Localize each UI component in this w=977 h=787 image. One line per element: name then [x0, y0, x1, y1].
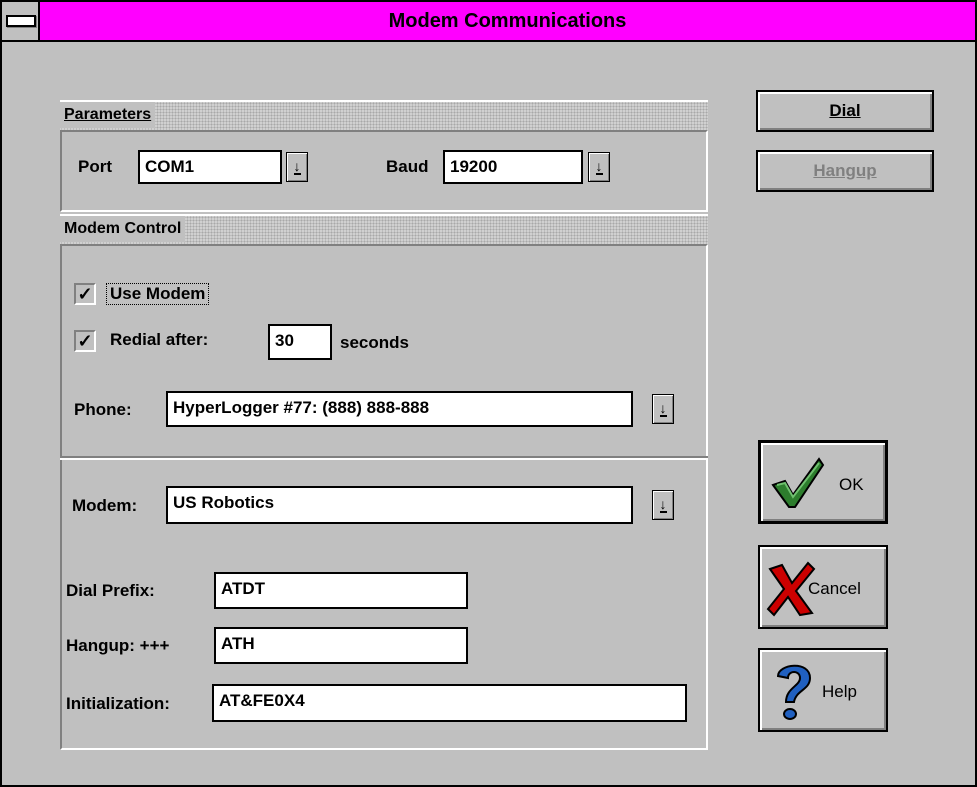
baud-label: Baud	[386, 157, 429, 176]
cancel-button[interactable]: Cancel	[758, 545, 888, 629]
cancel-label: Cancel	[808, 579, 861, 598]
redial-checkbox[interactable]: ✓	[74, 330, 96, 352]
checkmark-icon	[771, 457, 825, 508]
parameters-heading: Parameters	[60, 102, 156, 128]
help-button[interactable]: Help	[758, 648, 888, 732]
port-select[interactable]: COM1	[138, 150, 282, 184]
chevron-down-icon: ↓	[293, 158, 301, 175]
baud-select[interactable]: 19200	[443, 150, 583, 184]
use-modem-checkbox[interactable]: ✓	[74, 283, 96, 305]
modem-label: Modem:	[72, 496, 138, 515]
chevron-down-icon: ↓	[659, 496, 667, 513]
ok-label: OK	[839, 475, 864, 494]
baud-dropdown-button[interactable]: ↓	[588, 152, 610, 182]
redial-seconds-input[interactable]: 30	[268, 324, 332, 360]
modem-select[interactable]: US Robotics	[166, 486, 633, 524]
redial-label: Redial after:	[110, 330, 209, 349]
dial-prefix-label: Dial Prefix:	[66, 581, 155, 600]
use-modem-label[interactable]: Use Modem	[106, 283, 210, 305]
seconds-label: seconds	[340, 333, 409, 352]
dial-button-label: Dial	[829, 101, 861, 120]
checkmark-icon: ✓	[77, 331, 93, 351]
checkmark-icon: ✓	[77, 284, 93, 304]
phone-select[interactable]: HyperLogger #77: (888) 888-888	[166, 391, 633, 427]
phone-label: Phone:	[74, 400, 132, 419]
port-label: Port	[78, 157, 112, 176]
hangup-button-label: Hangup	[813, 161, 877, 180]
system-menu-button[interactable]	[2, 2, 40, 40]
dial-button[interactable]: Dial	[756, 90, 934, 132]
help-label: Help	[822, 682, 857, 701]
ok-button[interactable]: OK	[758, 440, 888, 524]
hangup-string-label: Hangup: +++	[66, 636, 170, 655]
chevron-down-icon: ↓	[659, 400, 667, 417]
port-dropdown-button[interactable]: ↓	[286, 152, 308, 182]
parameters-group-header: Parameters	[60, 100, 708, 130]
modem-communications-window: Modem Communications Parameters Port COM…	[0, 0, 977, 787]
phone-dropdown-button[interactable]: ↓	[652, 394, 674, 424]
dial-prefix-input[interactable]: ATDT	[214, 572, 468, 609]
modem-control-group-header: Modem Control	[60, 214, 708, 244]
window-title: Modem Communications	[388, 10, 627, 32]
system-menu-icon	[6, 15, 36, 27]
help-question-icon	[776, 664, 812, 720]
hangup-button[interactable]: Hangup	[756, 150, 934, 192]
modem-dropdown-button[interactable]: ↓	[652, 490, 674, 520]
divider	[60, 456, 708, 460]
chevron-down-icon: ↓	[595, 158, 603, 175]
hangup-string-input[interactable]: ATH	[214, 627, 468, 664]
title-bar: Modem Communications	[2, 2, 975, 42]
initialization-input[interactable]: AT&FE0X4	[212, 684, 687, 722]
modem-control-heading: Modem Control	[60, 216, 186, 242]
initialization-label: Initialization:	[66, 694, 170, 713]
